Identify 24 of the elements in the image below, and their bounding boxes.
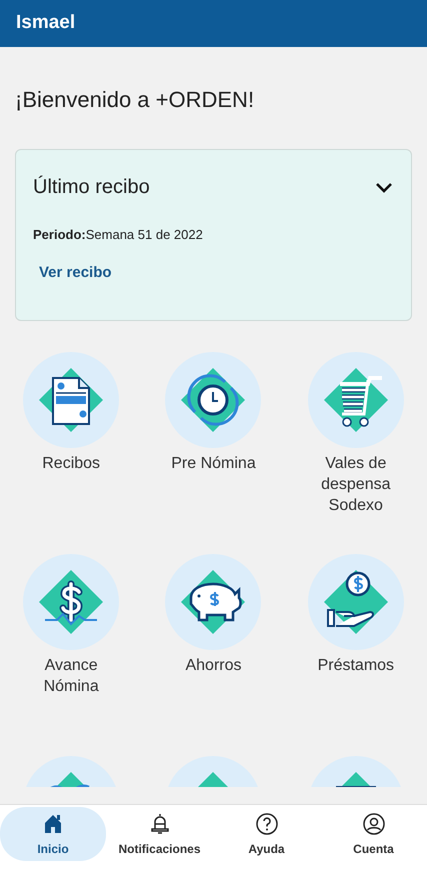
chevron-down-icon[interactable] xyxy=(375,182,393,194)
menu-tile[interactable]: Vales de despensa Sodexo xyxy=(306,352,406,516)
nav-tab[interactable]: Ayuda xyxy=(213,807,320,861)
account-icon xyxy=(362,812,386,836)
menu-tile[interactable]: Ahorros xyxy=(163,554,264,676)
card-title: Último recibo xyxy=(33,176,150,199)
menu-tile[interactable]: Avance Nómina xyxy=(21,554,122,697)
menu-tile[interactable]: Recibos xyxy=(21,352,122,474)
welcome-heading: ¡Bienvenido a +ORDEN! xyxy=(15,87,256,113)
nav-tab[interactable]: Inicio xyxy=(0,807,106,861)
nav-tab[interactable]: Cuenta xyxy=(320,807,427,861)
piggy-bank-icon xyxy=(165,554,262,650)
dollar-icon xyxy=(23,554,120,650)
help-icon xyxy=(254,812,278,836)
user-name: Ismael xyxy=(16,12,76,33)
clock-icon xyxy=(165,352,262,448)
view-receipt-link[interactable]: Ver recibo xyxy=(39,264,112,281)
document-icon xyxy=(23,352,120,448)
menu-tile[interactable]: Pre Nómina xyxy=(163,352,264,474)
hand-coin-icon xyxy=(308,554,404,650)
menu-tile[interactable]: Préstamos xyxy=(306,554,406,676)
cart-icon xyxy=(308,352,404,448)
period-text: Periodo:Semana 51 de 2022 xyxy=(33,227,204,242)
nav-tab[interactable]: Notificaciones xyxy=(106,807,213,861)
